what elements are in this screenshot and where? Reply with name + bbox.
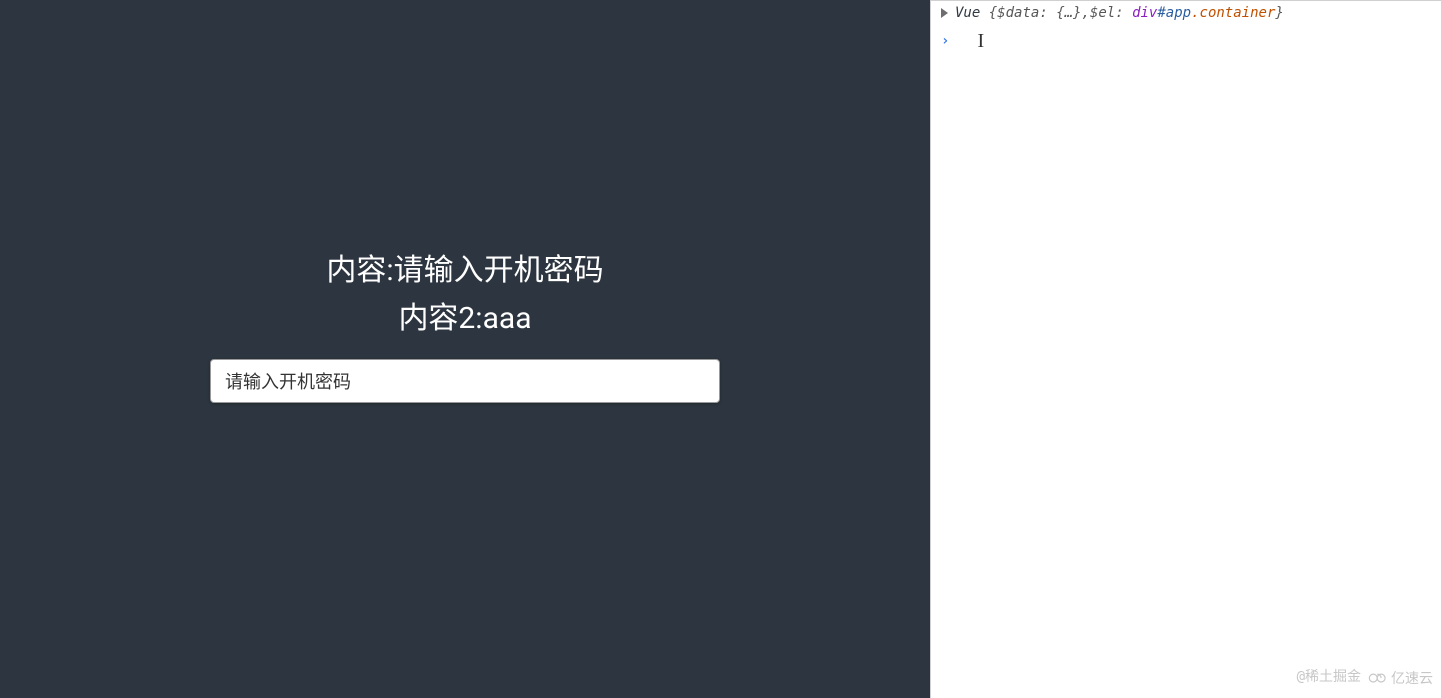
app-preview-pane: 内容:请输入开机密码 内容2:aaa	[0, 0, 930, 698]
cloud-icon	[1367, 671, 1389, 685]
line2-label: 内容2:	[398, 301, 482, 336]
text-cursor-icon: I	[977, 31, 984, 51]
watermark-juejin: @稀土掘金	[1297, 666, 1361, 686]
console-prompt-row[interactable]: › I	[931, 25, 1441, 57]
el-tag: div	[1132, 5, 1157, 21]
password-input[interactable]	[210, 359, 720, 403]
content-line-1: 内容:请输入开机密码	[326, 245, 603, 289]
prop-el-key: $el:	[1090, 5, 1124, 21]
brace-open: {	[989, 5, 997, 21]
line2-value: aaa	[483, 301, 532, 336]
line1-value: 请输入开机密码	[394, 253, 604, 288]
el-id: #app	[1157, 5, 1191, 21]
prompt-chevron-icon: ›	[941, 33, 949, 49]
object-class-name: Vue	[955, 5, 980, 21]
prop-data-val: {…}	[1056, 5, 1081, 21]
el-class: .container	[1191, 5, 1275, 21]
console-log-row[interactable]: Vue { $data: {…} , $el: div#app.containe…	[931, 1, 1441, 25]
content-wrapper: 内容:请输入开机密码 内容2:aaa	[210, 245, 720, 403]
line1-label: 内容:	[326, 253, 393, 288]
separator: ,	[1081, 5, 1089, 21]
brace-close: }	[1275, 5, 1283, 21]
content-line-2: 内容2:aaa	[398, 293, 531, 337]
prop-data-key: $data:	[997, 5, 1048, 21]
devtools-console-pane[interactable]: Vue { $data: {…} , $el: div#app.containe…	[930, 0, 1441, 698]
expand-arrow-icon[interactable]	[941, 8, 948, 18]
watermark-yisuyun: 亿速云	[1367, 668, 1433, 688]
watermark-text: 亿速云	[1391, 668, 1433, 688]
input-wrapper	[210, 359, 720, 403]
